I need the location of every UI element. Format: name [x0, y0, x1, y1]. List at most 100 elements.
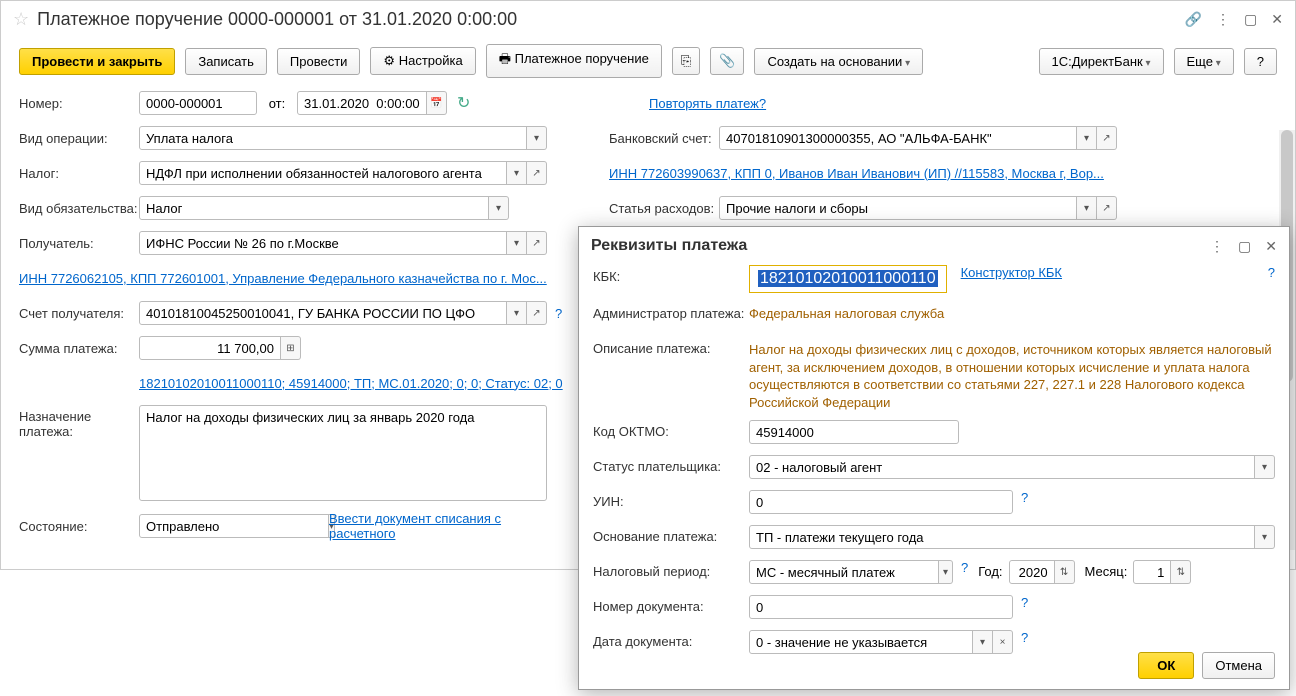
maximize-icon[interactable]: ▢ [1244, 11, 1257, 28]
dropdown-icon[interactable]: ▾ [507, 231, 527, 255]
uin-label: УИН: [593, 490, 749, 509]
date-input[interactable] [297, 91, 427, 115]
help-icon[interactable]: ? [1021, 490, 1028, 505]
commit-close-button[interactable]: Провести и закрыть [19, 48, 175, 75]
basis-input[interactable] [749, 525, 1255, 549]
dropdown-icon[interactable]: ▾ [939, 560, 953, 584]
bank-acc-input[interactable] [719, 126, 1077, 150]
month-input[interactable] [1133, 560, 1171, 584]
repeat-payment-link[interactable]: Повторять платеж? [649, 96, 766, 111]
status-input[interactable] [139, 514, 329, 538]
recipient-input[interactable] [139, 231, 507, 255]
expense-label: Статья расходов: [609, 201, 719, 216]
payer-status-input[interactable] [749, 455, 1255, 479]
open-icon[interactable]: ↗ [527, 301, 547, 325]
payer-status-label: Статус плательщика: [593, 455, 749, 474]
spinner-icon[interactable]: ⇅ [1171, 560, 1191, 584]
refresh-icon[interactable]: ↻ [457, 93, 470, 113]
save-button[interactable]: Записать [185, 48, 267, 75]
dropdown-icon[interactable]: ▾ [973, 630, 993, 654]
maximize-icon[interactable]: ▢ [1238, 238, 1251, 255]
doc-date-label: Дата документа: [593, 630, 749, 649]
bank-acc-label: Банковский счет: [609, 131, 719, 146]
popup-title: Реквизиты платежа [591, 237, 1210, 255]
help-icon[interactable]: ? [1021, 630, 1028, 645]
clear-icon[interactable]: × [993, 630, 1013, 654]
dropdown-icon[interactable]: ▾ [507, 301, 527, 325]
kbk-constructor-link[interactable]: Конструктор КБК [961, 265, 1062, 280]
oktmo-input[interactable] [749, 420, 959, 444]
direct-bank-dropdown[interactable]: 1С:ДиректБанк [1039, 48, 1164, 75]
open-icon[interactable]: ↗ [527, 231, 547, 255]
year-input[interactable] [1009, 560, 1055, 584]
calendar-icon[interactable]: 📅 [427, 91, 447, 115]
close-icon[interactable]: ✕ [1271, 11, 1283, 28]
title-bar: ☆ Платежное поручение 0000-000001 от 31.… [1, 1, 1295, 38]
toolbar: Провести и закрыть Записать Провести ⚙ Н… [1, 38, 1295, 90]
doc-num-input[interactable] [749, 595, 1013, 619]
tax-label: Налог: [19, 166, 139, 181]
kebab-menu-icon[interactable]: ⋮ [1210, 238, 1224, 255]
status-label: Состояние: [19, 519, 139, 534]
ok-button[interactable]: ОК [1138, 652, 1194, 679]
purpose-label: Назначение платежа: [19, 405, 139, 439]
recipient-label: Получатель: [19, 236, 139, 251]
admin-value: Федеральная налоговая служба [749, 302, 944, 321]
recv-acc-input[interactable] [139, 301, 507, 325]
basis-label: Основание платежа: [593, 525, 749, 544]
left-column: Номер: от: 📅 ↻ Вид операции: ▾ Налог: [19, 90, 569, 550]
calculator-icon[interactable]: ⊞ [281, 336, 301, 360]
month-label: Месяц: [1085, 564, 1128, 579]
spinner-icon[interactable]: ⇅ [1055, 560, 1075, 584]
create-based-dropdown[interactable]: Создать на основании [754, 48, 923, 75]
dropdown-icon[interactable]: ▾ [507, 161, 527, 185]
dropdown-icon[interactable]: ▾ [1255, 455, 1275, 479]
help-icon[interactable]: ? [961, 560, 968, 575]
cancel-button[interactable]: Отмена [1202, 652, 1275, 679]
obligation-input[interactable] [139, 196, 489, 220]
dropdown-icon[interactable]: ▾ [489, 196, 509, 220]
dropdown-icon[interactable]: ▾ [1255, 525, 1275, 549]
more-dropdown[interactable]: Еще [1174, 48, 1234, 75]
kebab-menu-icon[interactable]: ⋮ [1216, 11, 1230, 28]
structure-icon-button[interactable]: ⎘ [672, 47, 700, 75]
purpose-textarea[interactable] [139, 405, 547, 501]
help-button[interactable]: ? [1244, 48, 1277, 75]
help-icon[interactable]: ? [1268, 265, 1275, 280]
close-icon[interactable]: ✕ [1265, 238, 1277, 255]
desc-label: Описание платежа: [593, 337, 749, 356]
doc-date-input[interactable] [749, 630, 973, 654]
open-icon[interactable]: ↗ [1097, 196, 1117, 220]
tax-input[interactable] [139, 161, 507, 185]
dropdown-icon[interactable]: ▾ [1077, 196, 1097, 220]
favorite-star-icon[interactable]: ☆ [13, 9, 29, 30]
commit-button[interactable]: Провести [277, 48, 361, 75]
op-type-input[interactable] [139, 126, 527, 150]
treasury-link[interactable]: ИНН 7726062105, КПП 772601001, Управлени… [19, 271, 547, 286]
kbk-line-link[interactable]: 18210102010011000110; 45914000; ТП; МС.0… [139, 376, 563, 391]
help-icon[interactable]: ? [1021, 595, 1028, 610]
open-icon[interactable]: ↗ [527, 161, 547, 185]
period-input[interactable] [749, 560, 939, 584]
dropdown-icon[interactable]: ▾ [527, 126, 547, 150]
uin-input[interactable] [749, 490, 1013, 514]
status-link[interactable]: Ввести документ списания с расчетного [329, 511, 569, 541]
attachment-icon-button[interactable]: 📎 [710, 47, 744, 75]
doc-num-label: Номер документа: [593, 595, 749, 614]
kbk-input[interactable]: 18210102010011000110 [749, 265, 947, 293]
printer-icon: 🖶 [499, 51, 511, 66]
expense-input[interactable] [719, 196, 1077, 220]
help-icon[interactable]: ? [555, 306, 562, 321]
number-input[interactable] [139, 91, 257, 115]
admin-label: Администратор платежа: [593, 302, 749, 321]
inn-link[interactable]: ИНН 772603990637, КПП 0, Иванов Иван Ива… [609, 166, 1104, 181]
obligation-label: Вид обязательства: [19, 201, 139, 216]
link-icon[interactable]: 🔗 [1185, 11, 1202, 28]
amount-input[interactable] [139, 336, 281, 360]
dropdown-icon[interactable]: ▾ [1077, 126, 1097, 150]
print-button[interactable]: 🖶 Платежное поручение [486, 44, 662, 78]
open-icon[interactable]: ↗ [1097, 126, 1117, 150]
period-label: Налоговый период: [593, 560, 749, 579]
settings-button[interactable]: ⚙ Настройка [370, 47, 475, 75]
kbk-label: КБК: [593, 265, 749, 284]
